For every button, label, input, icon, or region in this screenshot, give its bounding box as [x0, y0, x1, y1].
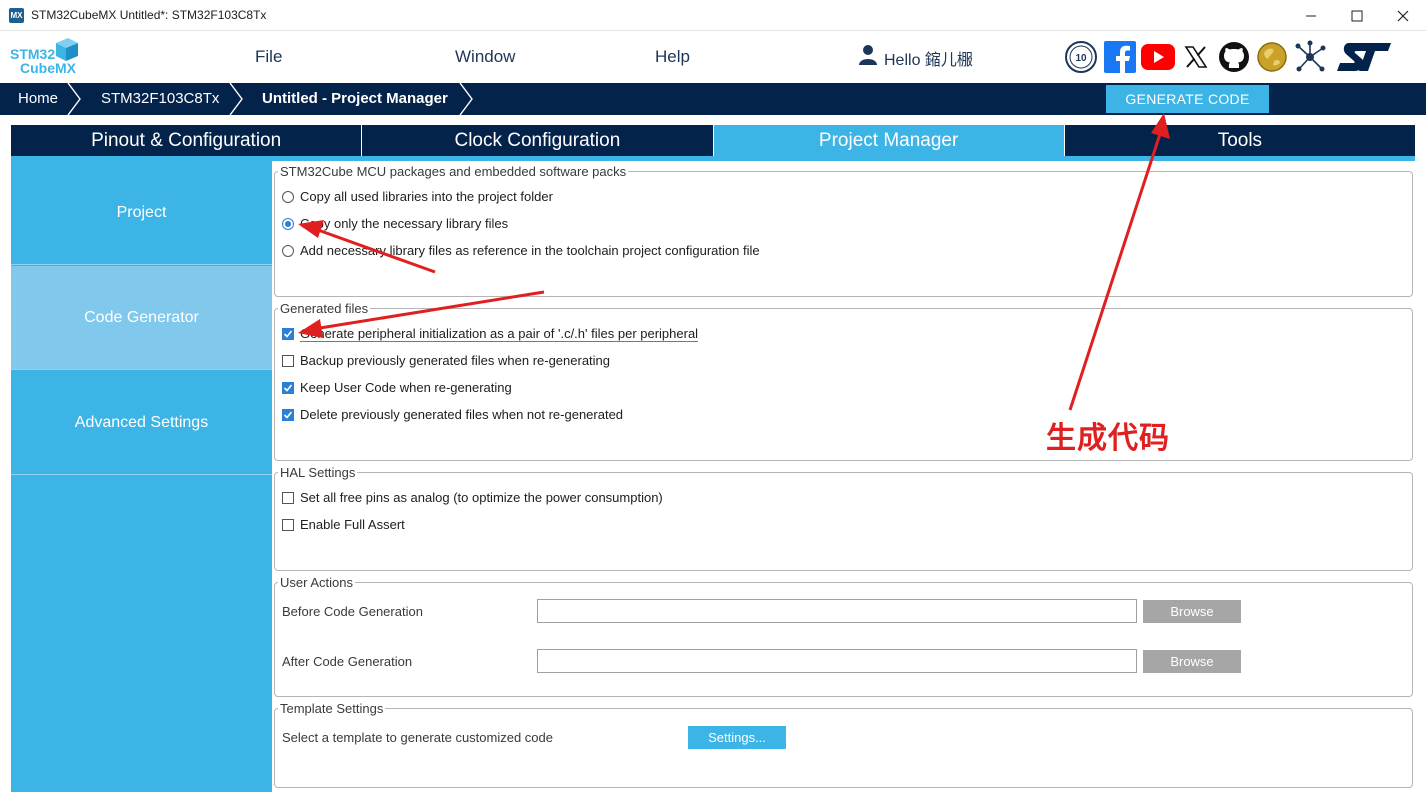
option-label: Enable Full Assert — [300, 517, 405, 532]
option-delete-previous-files[interactable]: Delete previously generated files when n… — [282, 407, 623, 422]
tab-clock-configuration[interactable]: Clock Configuration — [362, 125, 714, 156]
checkbox[interactable] — [282, 491, 294, 504]
after-generation-label: After Code Generation — [282, 654, 413, 669]
community-icon[interactable] — [1255, 40, 1289, 74]
option-label: Add necessary library files as reference… — [300, 243, 760, 258]
annotation-text: 生成代码 — [1046, 421, 1170, 456]
sidebar: Project Code Generator Advanced Settings — [11, 161, 272, 792]
checkbox[interactable] — [282, 354, 294, 367]
menu-bar: STM32 CubeMX File Window Help Hello 鏥儿棴 … — [0, 31, 1426, 83]
main-tabs: Pinout & Configuration Clock Configurati… — [11, 125, 1415, 156]
network-icon[interactable] — [1293, 40, 1327, 74]
tab-pinout-configuration[interactable]: Pinout & Configuration — [11, 125, 363, 156]
facebook-icon[interactable] — [1103, 40, 1137, 74]
logo-line2: CubeMX — [20, 60, 76, 76]
after-generation-input[interactable] — [537, 649, 1137, 673]
hal-settings-title: HAL Settings — [278, 465, 358, 480]
option-label: Keep User Code when re-generating — [300, 380, 512, 395]
anniversary-badge-icon[interactable]: 10 — [1064, 40, 1098, 74]
template-label: Select a template to generate customized… — [282, 730, 553, 745]
option-free-pins-analog[interactable]: Set all free pins as analog (to optimize… — [282, 490, 663, 505]
close-icon[interactable] — [1380, 0, 1426, 31]
menu-file[interactable]: File — [255, 47, 282, 67]
checkbox[interactable] — [282, 518, 294, 531]
logo-line1: STM32 — [10, 46, 56, 62]
template-settings-group — [274, 708, 1413, 788]
option-copy-necessary-libraries[interactable]: Copy only the necessary library files — [282, 216, 508, 231]
template-settings-title: Template Settings — [278, 701, 386, 716]
before-generation-label: Before Code Generation — [282, 604, 423, 619]
radio-button[interactable] — [282, 190, 294, 203]
chevron-right-icon — [229, 83, 243, 115]
user-actions-title: User Actions — [278, 575, 355, 590]
svg-text:10: 10 — [1075, 53, 1087, 64]
breadcrumb-home[interactable]: Home — [18, 83, 58, 115]
option-label: Backup previously generated files when r… — [300, 353, 611, 368]
st-logo-icon[interactable] — [1334, 40, 1394, 74]
tab-project-manager[interactable]: Project Manager — [713, 125, 1065, 156]
sidebar-item-project[interactable]: Project — [11, 161, 272, 265]
hal-settings-group — [274, 472, 1413, 571]
breadcrumb-project[interactable]: Untitled - Project Manager — [262, 83, 448, 115]
option-label: Delete previously generated files when n… — [300, 407, 624, 422]
template-settings-button[interactable]: Settings... — [688, 726, 786, 749]
user-greeting[interactable]: Hello 鏥儿棴 — [858, 44, 973, 71]
option-copy-all-libraries[interactable]: Copy all used libraries into the project… — [282, 189, 553, 204]
option-label: Generate peripheral initialization as a … — [300, 326, 699, 342]
radio-button[interactable] — [282, 244, 294, 257]
before-generation-input[interactable] — [537, 599, 1137, 623]
mcu-packages-title: STM32Cube MCU packages and embedded soft… — [278, 164, 629, 179]
generated-files-title: Generated files — [278, 301, 371, 316]
app-icon: MX — [9, 8, 24, 23]
option-label: Set all free pins as analog (to optimize… — [300, 490, 663, 505]
user-greeting-text: Hello 鏥儿棴 — [884, 51, 973, 69]
option-backup-generated-files[interactable]: Backup previously generated files when r… — [282, 353, 610, 368]
sidebar-item-code-generator[interactable]: Code Generator — [11, 266, 272, 370]
browse-after-button[interactable]: Browse — [1143, 650, 1241, 673]
menu-window[interactable]: Window — [455, 47, 515, 67]
option-add-library-reference[interactable]: Add necessary library files as reference… — [282, 243, 760, 258]
chevron-right-icon — [459, 83, 473, 115]
stm32cubemx-logo: STM32 CubeMX — [10, 37, 80, 79]
window-title: STM32CubeMX Untitled*: STM32F103C8Tx — [31, 8, 267, 22]
checkbox[interactable] — [282, 328, 294, 340]
user-icon — [858, 44, 878, 71]
x-icon[interactable] — [1179, 40, 1213, 74]
title-bar: MX STM32CubeMX Untitled*: STM32F103C8Tx — [0, 0, 1426, 31]
breadcrumb-mcu[interactable]: STM32F103C8Tx — [101, 83, 219, 115]
minimize-icon[interactable] — [1288, 0, 1334, 31]
browse-before-button[interactable]: Browse — [1143, 600, 1241, 623]
option-enable-full-assert[interactable]: Enable Full Assert — [282, 517, 405, 532]
sidebar-item-advanced-settings[interactable]: Advanced Settings — [11, 371, 272, 475]
github-icon[interactable] — [1217, 40, 1251, 74]
tab-tools[interactable]: Tools — [1064, 125, 1415, 156]
menu-help[interactable]: Help — [655, 47, 690, 67]
option-keep-user-code[interactable]: Keep User Code when re-generating — [282, 380, 512, 395]
chevron-right-icon — [67, 83, 81, 115]
generate-code-button[interactable]: GENERATE CODE — [1106, 85, 1269, 113]
option-generate-peripheral-pairs[interactable]: Generate peripheral initialization as a … — [282, 326, 699, 342]
option-label: Copy all used libraries into the project… — [300, 189, 553, 204]
radio-button[interactable] — [282, 217, 294, 230]
checkbox[interactable] — [282, 381, 294, 394]
maximize-icon[interactable] — [1334, 0, 1380, 31]
option-label: Copy only the necessary library files — [300, 216, 509, 231]
youtube-icon[interactable] — [1141, 40, 1175, 74]
checkbox[interactable] — [282, 408, 294, 421]
